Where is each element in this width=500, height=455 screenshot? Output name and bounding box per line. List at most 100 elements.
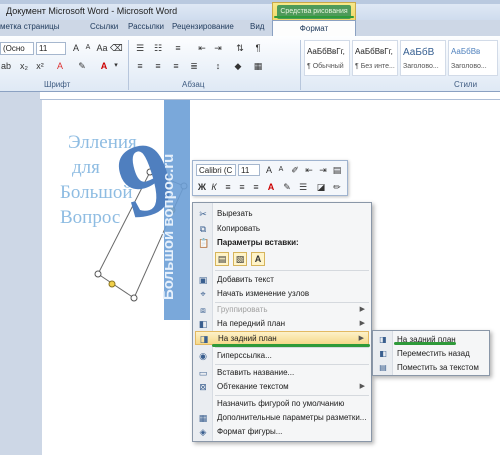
submenu-item-send-backward[interactable]: ◧ Переместить назад [375,347,487,360]
clear-format-icon[interactable]: ⌫ [110,42,123,54]
menu-item-text-wrap[interactable]: ⊠ Обтекание текстом ▶ [195,380,369,394]
styles-icon[interactable]: ▤ [331,164,343,176]
menu-item-edit-points[interactable]: ⌖ Начать изменение узлов [195,287,369,301]
shape-outline-icon[interactable]: ✏ [331,181,343,193]
change-case-icon[interactable]: Aa [96,42,108,54]
menu-separator [215,395,369,396]
paste-text-only-icon[interactable]: A [251,252,265,266]
style-no-spacing[interactable]: АаБбВвГг, ¶ Без инте... [352,40,398,76]
menu-item-more-layout[interactable]: ▦ Дополнительные параметры разметки... [195,411,369,425]
font-size-combo[interactable]: 11 [36,42,66,55]
justify-icon[interactable]: ≣ [188,60,200,72]
style-normal[interactable]: АаБбВвГг, ¶ Обычный [304,40,350,76]
style-label: Заголово... [451,63,487,70]
menu-item-format-shape[interactable]: ◈ Формат фигуры... [195,425,369,439]
bullets-icon[interactable]: ☰ [134,42,146,54]
increase-indent-icon[interactable]: ⇥ [212,42,224,54]
tab-mailings[interactable]: Рассылки [128,22,164,31]
group-separator [300,40,301,90]
annotation-underline-tools [274,16,354,18]
tab-review[interactable]: Рецензирование [172,22,234,31]
italic-icon[interactable]: К [208,181,220,193]
menu-item-set-default[interactable]: Назначить фигурой по умолчанию [195,397,369,411]
bullets-icon[interactable]: ☰ [297,181,309,193]
show-marks-icon[interactable]: ¶ [252,42,264,54]
watermark-text: Большой вопрос.ru [160,153,177,300]
bold-icon[interactable]: Ж [196,181,208,193]
title-bar: Документ Microsoft Word - Microsoft Word [0,0,500,20]
superscript-icon[interactable]: x² [34,60,46,72]
shape-fill-icon[interactable]: ◪ [315,181,327,193]
align-center-icon[interactable]: ≡ [236,181,248,193]
mini-font-name[interactable]: Calibri (С [196,164,236,176]
highlight-icon[interactable]: ✎ [76,60,88,72]
resize-handle[interactable] [94,270,102,278]
shrink-font-icon[interactable]: A [275,164,287,176]
menu-item-label: Дополнительные параметры разметки... [217,413,367,422]
menu-item-insert-caption[interactable]: ▭ Вставить название... [195,366,369,380]
style-heading-1[interactable]: АаБбВ Заголово... [400,40,446,76]
menu-item-label: Вставить название... [217,368,295,377]
format-painter-icon[interactable]: ✐ [289,164,301,176]
shading-icon[interactable]: ◆ [232,60,244,72]
font-color-icon[interactable]: A [265,181,277,193]
align-left-icon[interactable]: ≡ [222,181,234,193]
send-backward-icon: ◧ [379,349,387,358]
borders-icon[interactable]: ▦ [252,60,264,72]
menu-item-label: Параметры вставки: [217,238,299,247]
font-color-icon[interactable]: A [98,60,110,72]
adjust-handle[interactable] [108,280,116,288]
subscript-icon[interactable]: x₂ [18,60,30,72]
tab-view[interactable]: Вид [250,22,264,31]
menu-item-cut[interactable]: ✂ Вырезать [195,207,369,221]
align-center-icon[interactable]: ≡ [152,60,164,72]
menu-item-add-text[interactable]: ▣ Добавить текст [195,273,369,287]
menu-item-send-back[interactable]: ◨ На задний план ▶ [195,331,369,345]
menu-item-hyperlink[interactable]: ◉ Гиперссылка... [195,349,369,363]
style-sample: АаБбВвГг, [307,47,345,56]
align-left-icon[interactable]: ≡ [134,60,146,72]
tab-format[interactable]: Формат [272,20,356,37]
send-to-back-icon: ◨ [199,334,209,344]
align-right-icon[interactable]: ≡ [250,181,262,193]
chevron-down-icon[interactable]: ▾ [110,60,122,72]
tab-page-layout[interactable]: метка страницы [0,22,59,31]
font-name-combo[interactable]: (Осно [0,42,34,55]
menu-item-label: Обтекание текстом [217,382,289,391]
mini-font-size[interactable]: 11 [238,164,260,176]
align-right-icon[interactable]: ≡ [170,60,182,72]
resize-handle[interactable] [130,294,138,302]
line-spacing-icon[interactable]: ↕ [212,60,224,72]
increase-indent-icon[interactable]: ⇥ [317,164,329,176]
globe-icon: ◉ [199,351,207,361]
send-to-back-icon: ◨ [379,335,387,344]
decrease-indent-icon[interactable]: ⇤ [303,164,315,176]
submenu-item-behind-text[interactable]: ▤ Поместить за текстом [375,361,487,374]
grow-font-icon[interactable]: A [70,42,82,54]
text-wrap-icon: ⊠ [199,382,207,392]
menu-item-label: Назначить фигурой по умолчанию [217,399,345,408]
menu-item-group[interactable]: ⧈ Группировать ▶ [195,303,369,317]
clipboard-icon: 📋 [198,238,210,248]
menu-item-label: Формат фигуры... [217,427,283,436]
highlight-icon[interactable]: ✎ [281,181,293,193]
grow-font-icon[interactable]: A [263,164,275,176]
multilevel-list-icon[interactable]: ≡ [172,42,184,54]
sort-icon[interactable]: ⇅ [234,42,246,54]
ribbon: (Осно 11 A A Aa ⌫ ab x₂ x² A ✎ A ▾ Шрифт… [0,36,500,92]
numbering-icon[interactable]: ☷ [152,42,164,54]
text-effects-icon[interactable]: A [54,60,66,72]
menu-item-bring-front[interactable]: ◧ На передний план ▶ [195,317,369,331]
shrink-font-icon[interactable]: A [82,42,94,54]
behind-text-icon: ▤ [379,363,387,372]
strikethrough-icon[interactable]: ab [0,60,12,72]
decrease-indent-icon[interactable]: ⇤ [196,42,208,54]
tab-references[interactable]: Ссылки [90,22,118,31]
window-title: Документ Microsoft Word - Microsoft Word [6,6,178,16]
paste-keep-source-icon[interactable]: ▤ [215,252,229,266]
style-heading-2[interactable]: АаБбВв Заголово... [448,40,498,76]
paste-merge-icon[interactable]: ▧ [233,252,247,266]
menu-item-copy[interactable]: ⧉ Копировать [195,222,369,236]
style-label: ¶ Обычный [307,63,344,70]
mini-toolbar: Calibri (С 11 A A ✐ ⇤ ⇥ ▤ Ж К ≡ ≡ ≡ A ✎ … [192,160,348,196]
